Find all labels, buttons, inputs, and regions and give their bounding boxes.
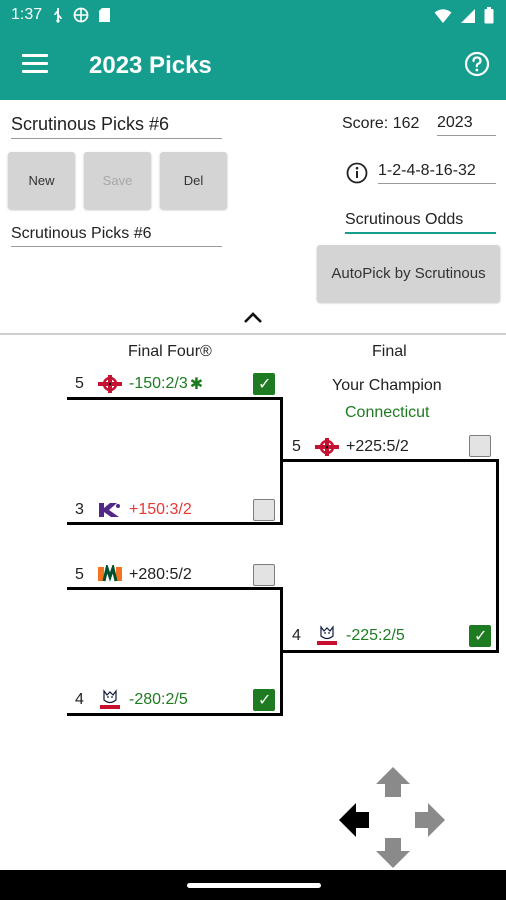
champion-name: Connecticut bbox=[345, 404, 430, 421]
san-diego-state-logo bbox=[314, 436, 340, 458]
scoring-field[interactable]: 1-2-4-8-16-32 bbox=[378, 162, 496, 184]
bracket-line bbox=[67, 713, 283, 716]
team-odds: +150:3/2 bbox=[129, 501, 192, 518]
sd-card-icon bbox=[99, 8, 110, 22]
vpn-icon bbox=[73, 7, 89, 23]
pick-checkbox[interactable] bbox=[253, 373, 275, 395]
team-odds: -150:2/3 bbox=[129, 375, 188, 392]
team-seed: 5 bbox=[292, 438, 301, 455]
pick-checkbox[interactable] bbox=[253, 689, 275, 711]
status-bar: 1:37 bbox=[0, 0, 506, 32]
odds-source-select[interactable]: Scrutinous Odds bbox=[345, 211, 496, 234]
arrow-left-icon[interactable] bbox=[337, 801, 371, 839]
bracket-line bbox=[283, 459, 499, 462]
collapse-chevron-icon[interactable] bbox=[242, 310, 264, 326]
system-nav-bar bbox=[0, 870, 506, 900]
menu-icon[interactable] bbox=[22, 54, 48, 78]
pick-checkbox[interactable] bbox=[253, 564, 275, 586]
score-label: Score: 162 bbox=[342, 115, 420, 132]
team-row: 3 +150:3/2 bbox=[75, 499, 192, 521]
uconn-logo bbox=[314, 625, 340, 647]
pick-checkbox[interactable] bbox=[253, 499, 275, 521]
arrow-right-icon[interactable] bbox=[413, 801, 447, 839]
team-row: 5 +280:5/2 bbox=[75, 564, 192, 586]
team-row: 5 -150:2/3 ✱ bbox=[75, 373, 203, 395]
autopick-button[interactable]: AutoPick by Scrutinous bbox=[317, 245, 500, 302]
usb-icon bbox=[54, 8, 62, 23]
team-seed: 5 bbox=[75, 566, 84, 583]
arrow-down-icon[interactable] bbox=[374, 836, 412, 870]
divider bbox=[0, 333, 506, 335]
picks-secondary-field[interactable]: Scrutinous Picks #6 bbox=[11, 225, 222, 247]
app-bar: 2023 Picks bbox=[0, 32, 506, 100]
bracket-line bbox=[67, 587, 283, 590]
team-seed: 4 bbox=[292, 627, 301, 644]
kansas-state-logo bbox=[97, 499, 123, 521]
team-row: 4 -280:2/5 bbox=[75, 689, 188, 711]
home-gesture-handle[interactable] bbox=[187, 883, 321, 888]
team-seed: 4 bbox=[75, 691, 84, 708]
final-header: Final bbox=[372, 343, 407, 360]
team-seed: 3 bbox=[75, 501, 84, 518]
team-seed: 5 bbox=[75, 375, 84, 392]
status-time: 1:37 bbox=[11, 6, 43, 23]
team-odds: -225:2/5 bbox=[346, 627, 405, 644]
battery-icon bbox=[484, 7, 494, 24]
info-icon[interactable] bbox=[346, 162, 368, 184]
team-row: 5 +225:5/2 bbox=[292, 436, 409, 458]
team-row: 4 -225:2/5 bbox=[292, 625, 405, 647]
bracket-line bbox=[283, 650, 499, 653]
team-odds: +225:5/2 bbox=[346, 438, 409, 455]
san-diego-state-logo bbox=[97, 373, 123, 395]
score-value: 162 bbox=[392, 115, 420, 132]
pick-checkbox[interactable] bbox=[469, 625, 491, 647]
new-button[interactable]: New bbox=[8, 152, 75, 209]
final-four-header: Final Four® bbox=[128, 343, 212, 360]
picks-name-field[interactable]: Scrutinous Picks #6 bbox=[11, 114, 222, 139]
help-icon[interactable] bbox=[464, 51, 490, 77]
year-field[interactable]: 2023 bbox=[437, 114, 496, 136]
wifi-icon bbox=[434, 8, 452, 23]
page-title: 2023 Picks bbox=[89, 52, 212, 79]
bracket-line bbox=[67, 522, 283, 525]
save-button[interactable]: Save bbox=[84, 152, 151, 209]
bracket-line bbox=[496, 459, 499, 653]
signal-icon bbox=[461, 8, 475, 23]
pick-checkbox[interactable] bbox=[469, 435, 491, 457]
bracket-line bbox=[67, 397, 283, 400]
team-odds: -280:2/5 bbox=[129, 691, 188, 708]
miami-logo bbox=[97, 564, 123, 586]
arrow-up-icon[interactable] bbox=[374, 765, 412, 799]
uconn-logo bbox=[97, 689, 123, 711]
delete-button[interactable]: Del bbox=[160, 152, 227, 209]
team-odds: +280:5/2 bbox=[129, 566, 192, 583]
favorite-marker: ✱ bbox=[189, 376, 204, 393]
champion-label: Your Champion bbox=[332, 377, 442, 394]
